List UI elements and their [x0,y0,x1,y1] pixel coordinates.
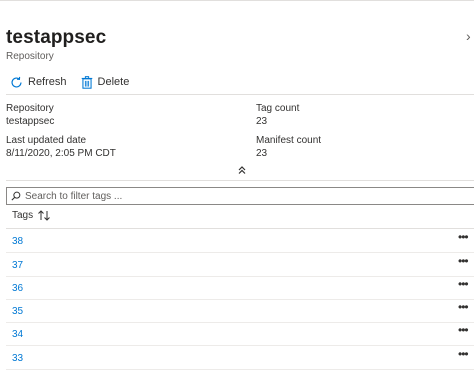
tag-count-value: 23 [256,116,268,127]
last-updated-value: 8/11/2020, 2:05 PM CDT [6,148,116,159]
sort-icon [38,210,50,221]
search-input[interactable] [25,190,445,202]
refresh-label: Refresh [28,76,67,88]
tag-link[interactable]: 34 [12,329,23,340]
table-row[interactable]: 34 ••• [6,322,474,346]
search-icon [11,191,21,201]
tag-link[interactable]: 33 [12,353,23,364]
more-icon[interactable]: ••• [458,300,469,314]
top-border [0,0,474,1]
refresh-button[interactable]: Refresh [10,76,67,89]
tag-link[interactable]: 37 [12,260,23,271]
command-bar-divider [6,94,474,95]
refresh-icon [11,76,22,88]
manifest-count-label: Manifest count [256,135,322,146]
repository-value: testappsec [6,116,55,127]
tag-link[interactable]: 38 [12,236,23,247]
essentials-manifest-count: Manifest count 23 [256,134,321,160]
delete-button[interactable]: Delete [81,75,130,89]
tag-count-label: Tag count [256,103,300,114]
more-icon[interactable]: ••• [458,230,469,244]
page-subtitle: Repository [6,51,54,62]
table-row[interactable]: 33 ••• [6,346,474,370]
command-bar: Refresh Delete [10,72,143,92]
delete-icon [81,75,92,89]
essentials-last-updated: Last updated date 8/11/2020, 2:05 PM CDT [6,134,116,160]
collapse-chevron-icon[interactable] [236,164,248,176]
more-icon[interactable]: ••• [458,323,469,337]
tags-column-label: Tags [12,210,34,221]
tag-link[interactable]: 36 [12,283,23,294]
essentials-divider [6,180,474,181]
close-icon[interactable]: › [466,28,471,44]
essentials-tag-count: Tag count 23 [256,102,299,128]
last-updated-label: Last updated date [6,135,87,146]
delete-label: Delete [97,76,130,88]
tag-link[interactable]: 35 [12,306,23,317]
search-box[interactable] [6,187,474,205]
table-row[interactable]: 38 ••• [6,229,474,253]
table-row[interactable]: 36 ••• [6,276,474,300]
table-row[interactable]: 37 ••• [6,253,474,277]
page-title: testappsec [6,27,107,48]
more-icon[interactable]: ••• [458,277,469,291]
manifest-count-value: 23 [256,148,268,159]
essentials-repository: Repository testappsec [6,102,54,128]
repository-label: Repository [6,103,54,114]
table-row[interactable]: 35 ••• [6,299,474,323]
more-icon[interactable]: ••• [458,347,469,361]
tags-column-header[interactable]: Tags [12,210,51,221]
more-icon[interactable]: ••• [458,254,469,268]
